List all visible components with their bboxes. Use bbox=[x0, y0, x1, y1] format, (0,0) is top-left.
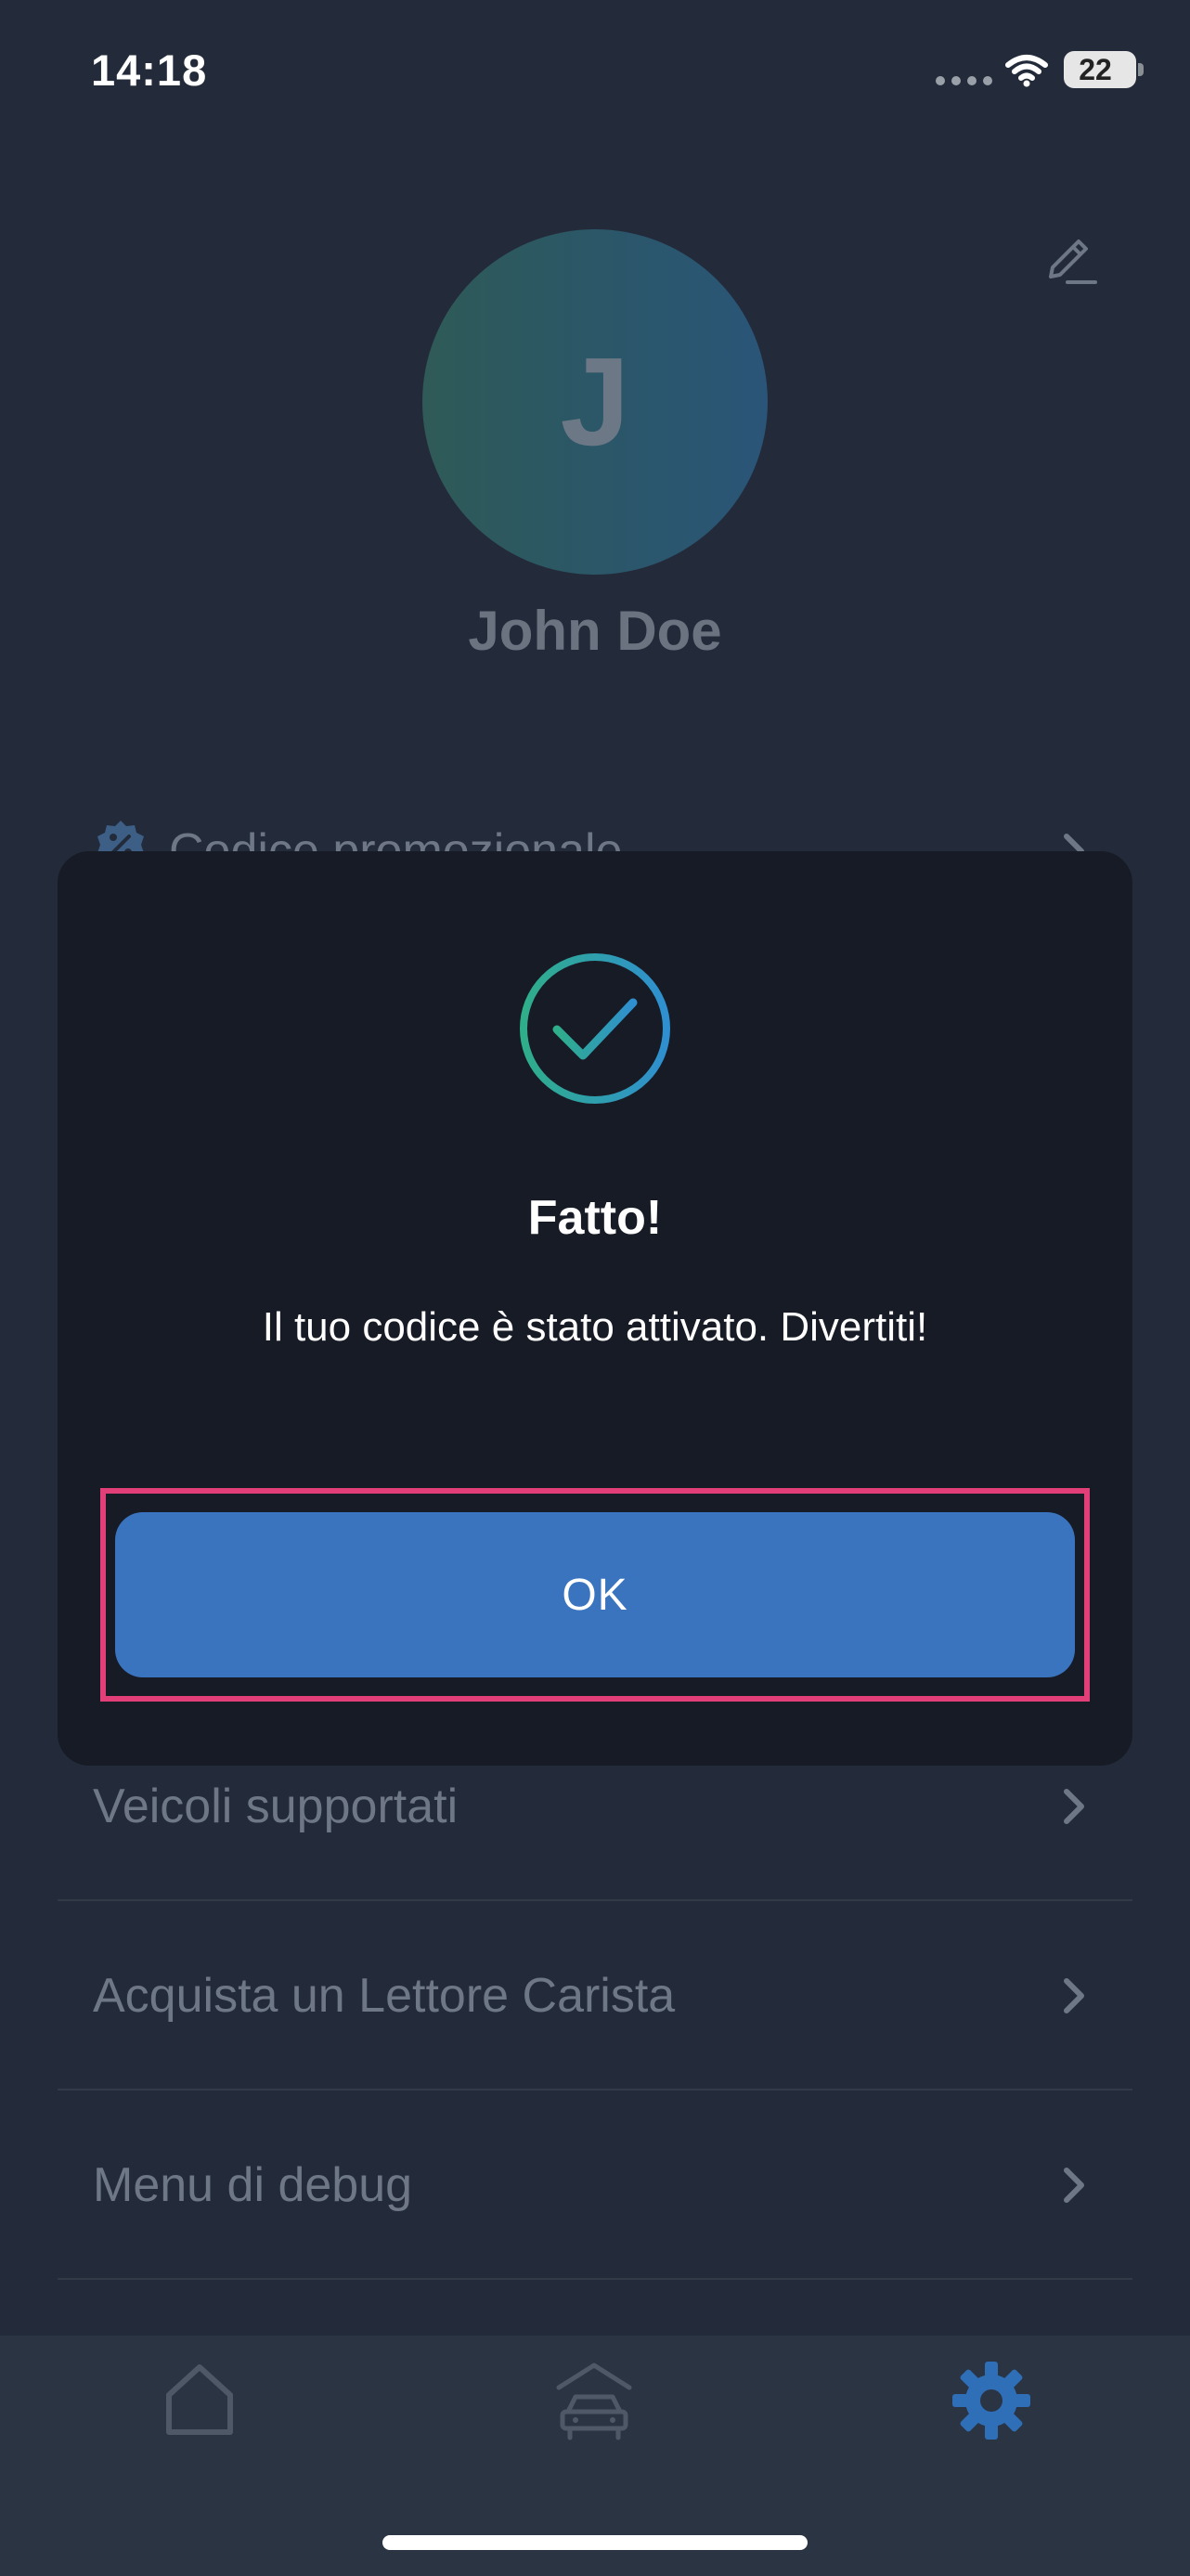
menu-divider bbox=[58, 2278, 1132, 2280]
settings-screen: 14:18 22 J John Doe Codice promozio bbox=[0, 0, 1190, 2576]
wifi-icon bbox=[1005, 55, 1048, 87]
home-icon[interactable] bbox=[158, 2358, 241, 2441]
avatar-initial: J bbox=[560, 331, 630, 472]
menu-item-buy-reader[interactable]: Acquista un Lettore Carista bbox=[58, 1901, 1132, 2091]
chevron-right-icon bbox=[1064, 1789, 1084, 1824]
battery-icon: 22 bbox=[1064, 51, 1136, 88]
battery-cap bbox=[1138, 63, 1144, 76]
dialog-message: Il tuo codice è stato attivato. Divertit… bbox=[262, 1304, 928, 1350]
status-bar: 14:18 22 bbox=[0, 0, 1190, 139]
signal-dots-icon bbox=[936, 76, 992, 85]
dialog-title: Fatto! bbox=[527, 1191, 663, 1245]
avatar: J bbox=[422, 229, 768, 575]
menu-item-label: Menu di debug bbox=[93, 2158, 413, 2212]
user-name: John Doe bbox=[468, 600, 722, 662]
chevron-right-icon bbox=[1064, 1978, 1084, 2013]
chevron-right-icon bbox=[1064, 2168, 1084, 2203]
ok-button[interactable]: OK bbox=[115, 1512, 1075, 1677]
home-indicator bbox=[382, 2535, 808, 2550]
status-time: 14:18 bbox=[91, 45, 208, 95]
car-garage-icon[interactable] bbox=[550, 2360, 639, 2441]
success-dialog: Fatto! Il tuo codice è stato attivato. D… bbox=[58, 851, 1132, 1766]
menu-item-label: Acquista un Lettore Carista bbox=[93, 1969, 676, 2023]
check-circle-icon bbox=[520, 953, 670, 1104]
gear-icon[interactable] bbox=[949, 2358, 1034, 2443]
menu-item-debug-menu[interactable]: Menu di debug bbox=[58, 2091, 1132, 2280]
battery-level: 22 bbox=[1079, 53, 1112, 86]
pencil-icon[interactable] bbox=[1040, 232, 1099, 291]
